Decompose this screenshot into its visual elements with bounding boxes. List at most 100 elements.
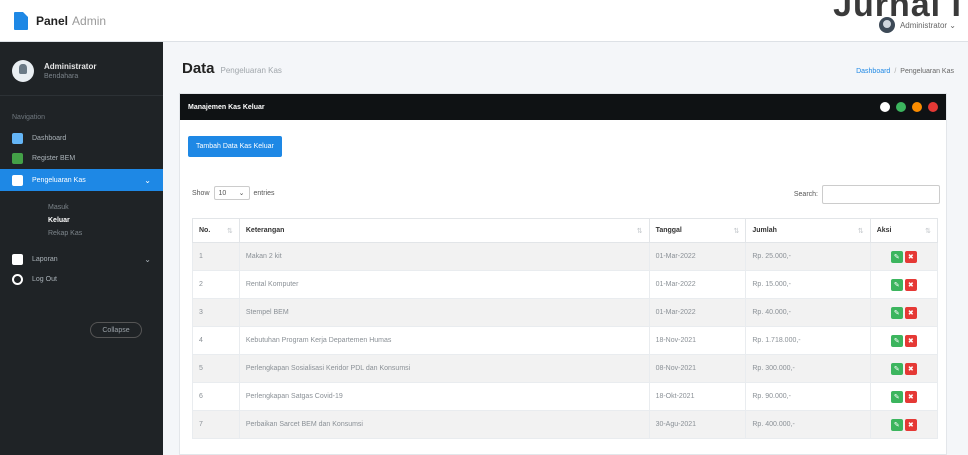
cell-no: 7 [192, 410, 240, 439]
cell-aksi: ✎ ✖ [869, 354, 939, 383]
cell-keterangan: Stempel BEM [238, 298, 650, 327]
sidebar-section-header: Navigation [12, 114, 46, 121]
sort-icon: ⇅ [227, 227, 233, 235]
collapse-button[interactable]: Collapse [90, 322, 142, 338]
sidebar-item-label: Pengeluaran Kas [32, 176, 86, 184]
chevron-down-icon: ⌄ [947, 20, 956, 30]
cell-tanggal: 18-Okt-2021 [648, 382, 747, 411]
sidebar-subitem-rekap[interactable]: Rekap Kas [0, 227, 163, 240]
logout-icon [12, 273, 23, 285]
sidebar-item-dashboard[interactable]: Dashboard [0, 129, 163, 147]
help-icon[interactable] [880, 102, 890, 112]
cell-aksi: ✎ ✖ [869, 410, 939, 439]
sidebar: Administrator Bendahara Navigation Dashb… [0, 42, 163, 455]
col-tanggal[interactable]: Tanggal ⇅ [648, 218, 747, 243]
sidebar-item-register[interactable]: Register BEM [0, 149, 163, 167]
table-row: 5 Perlengkapan Sosialisasi Keridor PDL d… [192, 354, 939, 383]
edit-icon[interactable]: ✎ [890, 306, 903, 319]
page-subtitle: Pengeluaran Kas [220, 66, 282, 75]
user-menu[interactable]: Administrator ⌄ [878, 17, 956, 33]
brand-sub: Admin [72, 14, 107, 28]
cell-tanggal: 01-Mar-2022 [648, 298, 747, 327]
cell-aksi: ✎ ✖ [869, 326, 939, 355]
col-jumlah[interactable]: Jumlah ⇅ [745, 218, 871, 243]
close-icon[interactable] [928, 102, 938, 112]
edit-icon[interactable]: ✎ [890, 418, 903, 431]
table-row: 7 Perbaikan Sarcet BEM dan Konsumsi 30-A… [192, 410, 939, 439]
edit-icon[interactable]: ✎ [890, 250, 903, 263]
cell-jumlah: Rp. 300.000,- [745, 354, 871, 383]
sidebar-subitem-masuk[interactable]: Masuk [0, 201, 163, 214]
edit-icon[interactable]: ✎ [890, 278, 903, 291]
cell-no: 2 [192, 270, 240, 299]
cell-tanggal: 08-Nov-2021 [648, 354, 747, 383]
data-card: Manajemen Kas Keluar Tambah Data Kas Kel… [179, 93, 947, 455]
cell-aksi: ✎ ✖ [869, 242, 939, 271]
breadcrumb-dashboard[interactable]: Dashboard [856, 68, 890, 75]
col-keterangan[interactable]: Keterangan ⇅ [238, 218, 650, 243]
user-menu-name: Administrator [899, 20, 948, 30]
refresh-icon[interactable] [912, 102, 922, 112]
search-area: Search: [794, 185, 940, 204]
sidebar-user-name: Administrator [44, 61, 97, 71]
edit-icon[interactable]: ✎ [890, 334, 903, 347]
sidebar-item-label: Register BEM [32, 154, 76, 162]
card-tools [874, 102, 938, 112]
sidebar-item-pengeluaran[interactable]: Pengeluaran Kas ⌄ [0, 169, 163, 191]
delete-icon[interactable]: ✖ [904, 250, 917, 263]
table-row: 2 Rental Komputer 01-Mar-2022 Rp. 15.000… [192, 270, 939, 299]
table-header-row: No. ⇅ Keterangan ⇅ Tanggal ⇅ Jumlah ⇅ Aksi ⇅ [192, 218, 939, 243]
delete-icon[interactable]: ✖ [904, 390, 917, 403]
cell-aksi: ✎ ✖ [869, 270, 939, 299]
table-row: 4 Kebutuhan Program Kerja Departemen Hum… [192, 326, 939, 355]
edit-icon[interactable]: ✎ [890, 362, 903, 375]
page-header: Data Pengeluaran Kas Dashboard / Pengeluar… [182, 60, 954, 77]
table-row: 3 Stempel BEM 01-Mar-2022 Rp. 40.000,- ✎… [192, 298, 939, 327]
cell-no: 5 [192, 354, 240, 383]
cell-no: 6 [192, 382, 240, 411]
cell-no: 3 [192, 298, 240, 327]
sidebar-user-panel: Administrator Bendahara [0, 42, 163, 96]
edit-icon[interactable]: ✎ [890, 390, 903, 403]
delete-icon[interactable]: ✖ [904, 362, 917, 375]
search-input[interactable] [822, 185, 940, 204]
cell-keterangan: Kebutuhan Program Kerja Departemen Humas [238, 326, 650, 355]
delete-icon[interactable]: ✖ [904, 278, 917, 291]
sidebar-item-label: Log Out [32, 275, 57, 283]
sidebar-item-logout[interactable]: Log Out [0, 270, 163, 288]
brand-name: Panel [36, 14, 69, 28]
cell-keterangan: Rental Komputer [238, 270, 650, 299]
brand[interactable]: Panel Admin [14, 12, 106, 30]
sort-icon: ⇅ [636, 227, 643, 235]
cell-keterangan: Makan 2 kit [238, 242, 650, 271]
cell-aksi: ✎ ✖ [869, 298, 939, 327]
cell-keterangan: Perlengkapan Sosialisasi Keridor PDL dan… [238, 354, 650, 383]
entries-select[interactable]: 10 ⌄ [213, 186, 250, 200]
entries-label: entries [253, 189, 275, 197]
sidebar-subitem-keluar[interactable]: Keluar [0, 214, 163, 227]
cell-no: 4 [192, 326, 240, 355]
sort-icon: ⇅ [733, 227, 740, 235]
delete-icon[interactable]: ✖ [904, 334, 917, 347]
show-entries: Show 10 ⌄ entries [192, 186, 275, 200]
show-label: Show [192, 189, 210, 197]
breadcrumb: Dashboard / Pengeluaran Kas [856, 68, 954, 75]
cell-keterangan: Perlengkapan Satgas Covid-19 [238, 382, 650, 411]
col-aksi[interactable]: Aksi ⇅ [869, 218, 939, 243]
page-title: Data [182, 60, 215, 77]
col-no[interactable]: No. ⇅ [192, 218, 240, 243]
cell-tanggal: 01-Mar-2022 [648, 242, 747, 271]
register-icon [12, 152, 23, 164]
sidebar-item-laporan[interactable]: Laporan ⌄ [0, 250, 163, 268]
cell-tanggal: 18-Nov-2021 [648, 326, 747, 355]
top-navbar: Panel Admin Jurnal I Administrator ⌄ [0, 0, 968, 42]
cell-jumlah: Rp. 40.000,- [745, 298, 871, 327]
document-icon [12, 174, 23, 186]
user-avatar-icon [878, 17, 895, 33]
delete-icon[interactable]: ✖ [904, 306, 917, 319]
card-title: Manajemen Kas Keluar [188, 103, 265, 111]
chevron-down-icon: ⌄ [144, 175, 151, 185]
minimize-icon[interactable] [896, 102, 906, 112]
delete-icon[interactable]: ✖ [904, 418, 917, 431]
add-kas-keluar-button[interactable]: Tambah Data Kas Keluar [188, 136, 282, 157]
